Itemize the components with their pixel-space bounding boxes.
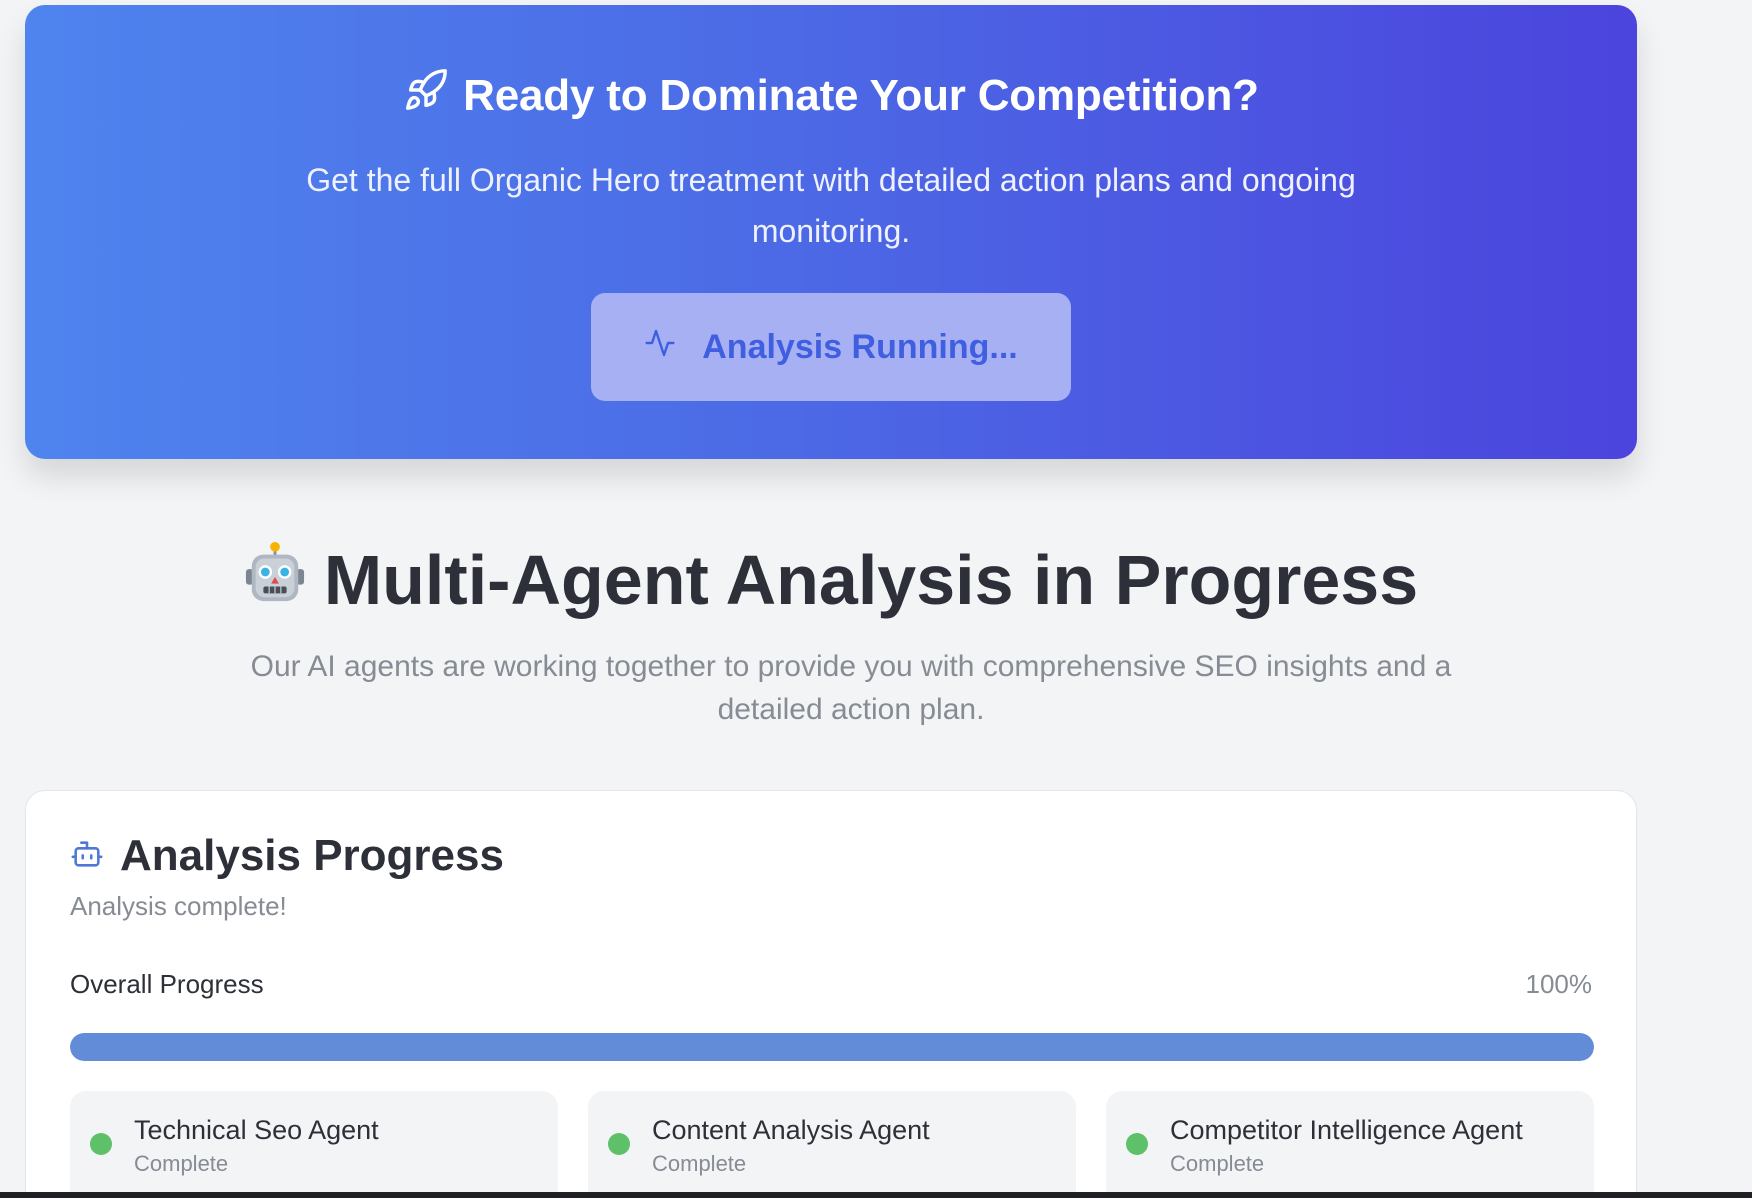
agent-status-list: Technical Seo Agent Complete Content Ana… <box>70 1091 1594 1198</box>
section-title: Multi-Agent Analysis in Progress <box>25 540 1637 620</box>
overall-progress-bar <box>70 1033 1594 1061</box>
section-title-text: Multi-Agent Analysis in Progress <box>323 541 1419 619</box>
agent-name: Technical Seo Agent <box>134 1115 379 1145</box>
agent-status: Complete <box>134 1151 229 1176</box>
overall-progress-label: Overall Progress <box>70 969 264 999</box>
card-header: Analysis Progress <box>70 831 504 881</box>
status-dot-icon <box>90 1133 112 1155</box>
activity-pulse-icon <box>644 327 676 368</box>
cta-hero-banner: Ready to Dominate Your Competition? Get … <box>25 5 1637 459</box>
agent-card-technical-seo: Technical Seo Agent Complete <box>70 1091 558 1198</box>
agent-name: Competitor Intelligence Agent <box>1170 1115 1523 1145</box>
section-subtitle: Our AI agents are working together to pr… <box>250 650 1452 726</box>
agent-card-content-analysis: Content Analysis Agent Complete <box>588 1091 1076 1198</box>
status-dot-icon <box>1126 1133 1148 1155</box>
page: Ready to Dominate Your Competition? Get … <box>0 0 1752 1198</box>
status-dot-icon <box>608 1133 630 1155</box>
bot-icon <box>70 837 104 876</box>
hero-title: Ready to Dominate Your Competition? <box>25 67 1637 124</box>
overall-progress-percent: 100% <box>1525 969 1593 999</box>
agent-card-competitor-intelligence: Competitor Intelligence Agent Complete <box>1106 1091 1594 1198</box>
analysis-running-label: Analysis Running... <box>702 327 1018 366</box>
card-title: Analysis Progress <box>120 831 504 880</box>
hero-subtitle: Get the full Organic Hero treatment with… <box>306 162 1356 249</box>
agent-status: Complete <box>1170 1151 1265 1176</box>
agent-name: Content Analysis Agent <box>652 1115 930 1145</box>
hero-title-text: Ready to Dominate Your Competition? <box>463 70 1259 120</box>
overall-progress-fill <box>70 1033 1594 1061</box>
robot-emoji-icon <box>244 540 306 620</box>
analysis-running-button[interactable]: Analysis Running... <box>591 293 1071 401</box>
agent-status: Complete <box>652 1151 747 1176</box>
window-bottom-edge <box>0 1192 1752 1198</box>
rocket-icon <box>403 67 449 124</box>
analysis-status-text: Analysis complete! <box>70 891 287 921</box>
analysis-progress-card: Analysis Progress Analysis complete! Ove… <box>25 790 1637 1198</box>
